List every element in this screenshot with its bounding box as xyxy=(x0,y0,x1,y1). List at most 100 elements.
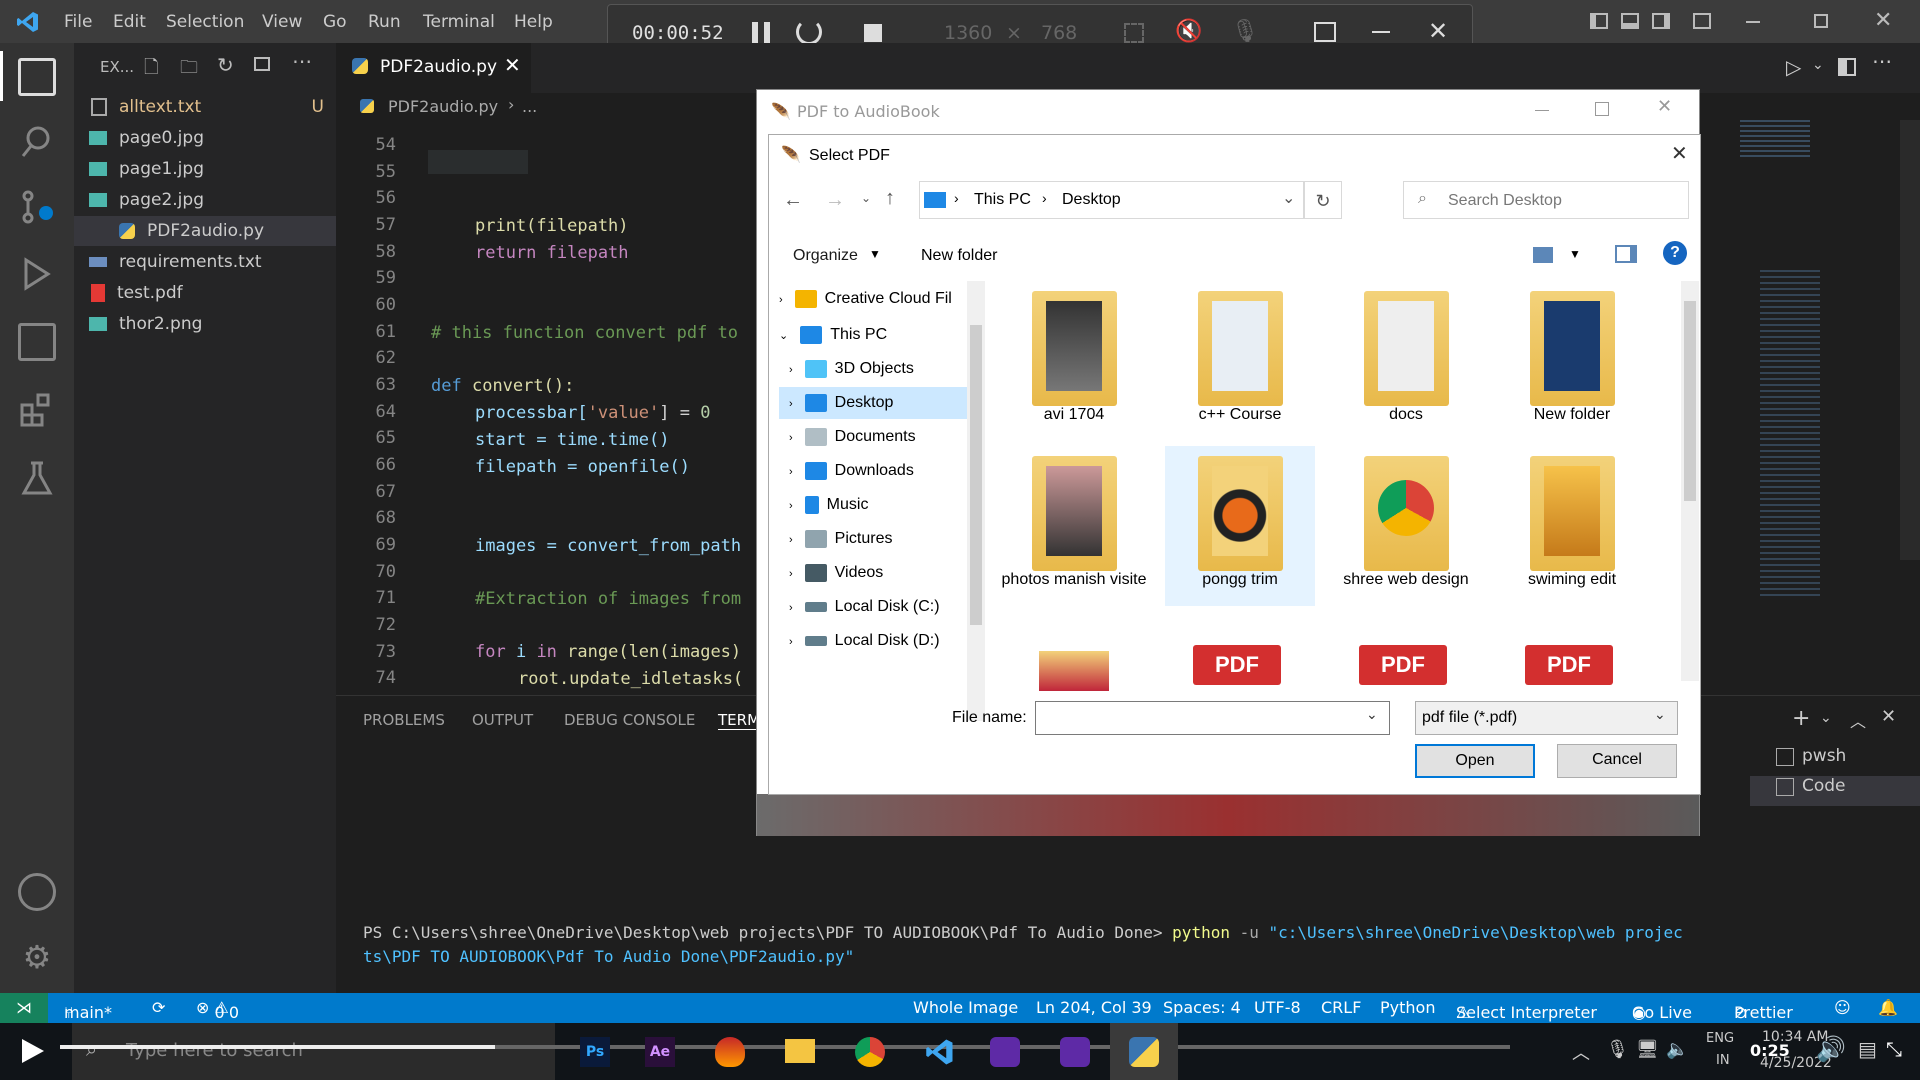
file-item[interactable]: page2.jpg xyxy=(89,185,334,215)
problems-status[interactable]: ⊗ 0 ⚠ 0 xyxy=(196,998,239,1022)
tab-problems[interactable]: PROBLEMS xyxy=(363,711,445,729)
tab-pdf2audio[interactable]: PDF2audio.py ✕ xyxy=(336,43,531,93)
menu-edit[interactable]: Edit xyxy=(113,12,146,32)
recent-locations-chevron-icon[interactable]: ⌄ xyxy=(861,191,871,205)
path-this-pc[interactable]: This PC xyxy=(974,191,1031,209)
cancel-button[interactable]: Cancel xyxy=(1557,744,1677,778)
fullscreen-icon[interactable] xyxy=(1124,23,1144,43)
tray-mic-icon[interactable]: 🎙 xyxy=(1606,1039,1629,1060)
status-language[interactable]: Python xyxy=(1380,998,1435,1017)
extensions-icon[interactable] xyxy=(18,391,56,429)
video-volume-icon[interactable]: 🔊 xyxy=(1816,1035,1846,1063)
split-editor-icon[interactable] xyxy=(1838,58,1856,76)
minimize-window-icon[interactable] xyxy=(1746,21,1760,23)
maximize-panel-icon[interactable]: ︿ xyxy=(1850,708,1866,732)
nav-desktop[interactable]: › Desktop xyxy=(779,387,971,419)
menu-run[interactable]: Run xyxy=(368,12,401,32)
accounts-icon[interactable] xyxy=(18,873,56,911)
app-icon[interactable] xyxy=(715,1037,745,1067)
close-icon[interactable]: ✕ xyxy=(1657,96,1672,117)
menu-help[interactable]: Help xyxy=(514,12,553,32)
organize-button[interactable]: Organize xyxy=(793,247,858,265)
app-icon[interactable] xyxy=(990,1037,1020,1067)
sync-icon[interactable]: ⟳ xyxy=(152,998,165,1017)
tray-chevron-icon[interactable]: ︿ xyxy=(1572,1039,1590,1065)
breadcrumb-symbol[interactable]: ... xyxy=(522,97,537,116)
refresh-icon[interactable]: ↻ xyxy=(217,53,234,77)
folder-item-hovered[interactable]: pongg trim xyxy=(1165,446,1315,606)
file-item[interactable]: page1.jpg xyxy=(89,154,334,184)
nav-creative-cloud[interactable]: › Creative Cloud Fil xyxy=(779,283,969,315)
file-item[interactable]: test.pdf xyxy=(91,278,334,308)
terminal-output[interactable]: PS C:\Users\shree\OneDrive\Desktop\web p… xyxy=(363,921,1763,969)
pdf-file-icon[interactable]: PDF xyxy=(1193,645,1281,685)
recorder-close-icon[interactable]: ✕ xyxy=(1428,17,1448,45)
partial-folder-icon[interactable] xyxy=(1039,651,1109,691)
tab-close-icon[interactable]: ✕ xyxy=(504,53,521,77)
menu-terminal[interactable]: Terminal xyxy=(423,12,495,32)
breadcrumb-file[interactable]: PDF2audio.py xyxy=(388,97,498,116)
file-name-input[interactable]: ⌄ xyxy=(1035,701,1390,735)
explorer-icon[interactable] xyxy=(18,58,56,96)
toggle-secondary-sidebar-icon[interactable] xyxy=(1652,13,1670,29)
remote-explorer-icon[interactable] xyxy=(18,323,56,361)
run-file-icon[interactable]: ▷ xyxy=(1786,55,1801,79)
minimap[interactable] xyxy=(1740,120,1920,680)
nav-local-disk-c[interactable]: › Local Disk (C:) xyxy=(789,591,979,623)
chrome-app-icon[interactable] xyxy=(855,1037,885,1067)
file-item-selected[interactable]: PDF2audio.py xyxy=(74,216,336,246)
forward-arrow-icon[interactable]: → xyxy=(825,189,845,212)
network-icon[interactable]: 🖥 xyxy=(1636,1039,1659,1060)
microphone-icon[interactable]: 🎙 xyxy=(1231,19,1259,44)
view-mode-icon[interactable] xyxy=(1533,247,1553,263)
file-item[interactable]: page0.jpg xyxy=(89,123,334,153)
file-grid-scrollbar[interactable] xyxy=(1681,281,1699,681)
code-editor[interactable]: 54 55 56 57 58 59 60 61 62 63 64 65 66 67 68 69 70 71 72 73… xyxy=(336,120,760,695)
taskbar-search[interactable]: ⌕ Type here to search xyxy=(72,1023,555,1080)
settings-gear-icon[interactable]: ⚙ xyxy=(18,938,56,976)
notifications-bell-icon[interactable]: 🔔 xyxy=(1878,998,1898,1017)
nav-local-disk-d[interactable]: › Local Disk (D:) xyxy=(789,625,979,657)
nav-music[interactable]: › Music xyxy=(789,489,979,521)
nav-videos[interactable]: › Videos xyxy=(789,557,979,589)
nav-documents[interactable]: › Documents xyxy=(789,421,979,453)
folder-item[interactable]: New folder xyxy=(1497,291,1647,424)
menu-go[interactable]: Go xyxy=(323,12,347,32)
feedback-icon[interactable]: ☺ xyxy=(1834,998,1851,1017)
file-item[interactable]: alltext.txt U xyxy=(91,92,334,122)
status-line-endings[interactable]: CRLF xyxy=(1321,998,1361,1017)
notifications-icon[interactable]: ▤ xyxy=(1858,1037,1877,1061)
view-chevron-icon[interactable]: ▼ xyxy=(1569,247,1581,261)
pause-icon[interactable] xyxy=(752,22,770,44)
folder-item[interactable]: swiming edit xyxy=(1497,456,1647,589)
new-file-icon[interactable]: 🗋 xyxy=(144,55,158,85)
tab-debug-console[interactable]: DEBUG CONSOLE xyxy=(564,711,695,729)
python-app-icon-active[interactable] xyxy=(1110,1023,1178,1080)
run-debug-icon[interactable] xyxy=(18,255,56,293)
play-icon[interactable] xyxy=(0,1023,72,1080)
stop-icon[interactable] xyxy=(864,24,882,42)
address-dropdown-icon[interactable]: ⌄ xyxy=(1282,188,1295,208)
speaker-muted-icon[interactable]: 🔇 xyxy=(1175,19,1202,44)
vscode-app-icon[interactable] xyxy=(925,1037,955,1067)
pdf-file-icon[interactable]: PDF xyxy=(1359,645,1447,685)
minimize-icon[interactable] xyxy=(1535,110,1549,111)
preview-pane-icon[interactable] xyxy=(1615,245,1637,263)
path-desktop[interactable]: Desktop xyxy=(1062,191,1121,209)
terminal-chevron-icon[interactable]: ⌄ xyxy=(1820,710,1832,726)
restore-window-icon[interactable] xyxy=(1814,14,1828,28)
toggle-sidebar-icon[interactable] xyxy=(1590,13,1608,29)
file-type-select[interactable]: pdf file (*.pdf) ⌄ xyxy=(1415,701,1678,735)
draw-icon[interactable] xyxy=(1314,22,1336,42)
up-arrow-icon[interactable]: ↑ xyxy=(885,187,895,210)
terminal-pwsh[interactable]: pwsh xyxy=(1750,746,1920,776)
search-box[interactable]: ⌕ Search Desktop xyxy=(1403,181,1689,219)
tab-terminal[interactable]: TERM xyxy=(718,711,761,730)
fullscreen-toggle-icon[interactable]: ⤡ xyxy=(1886,1037,1902,1061)
file-name-dropdown-icon[interactable]: ⌄ xyxy=(1366,706,1378,723)
tab-output[interactable]: OUTPUT xyxy=(472,711,533,729)
capture-width[interactable]: 1360 xyxy=(944,22,992,44)
pdf-file-icon[interactable]: PDF xyxy=(1525,645,1613,685)
back-arrow-icon[interactable]: ← xyxy=(783,189,803,212)
nav-downloads[interactable]: › Downloads xyxy=(789,455,979,487)
